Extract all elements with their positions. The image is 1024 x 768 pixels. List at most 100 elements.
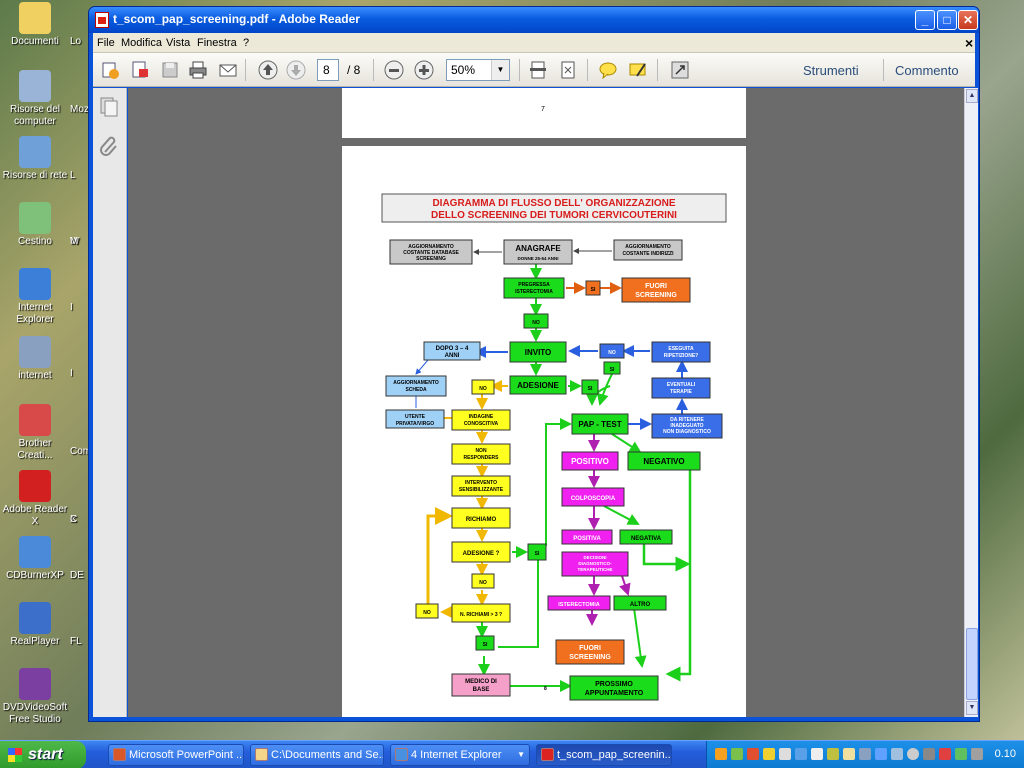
tray-icon[interactable]	[795, 748, 807, 760]
convert-icon[interactable]	[129, 59, 151, 81]
pages-icon[interactable]	[99, 96, 119, 118]
previous-page-icon[interactable]	[257, 59, 279, 81]
start-button[interactable]: start	[0, 741, 86, 768]
svg-text:SCHEDA: SCHEDA	[405, 387, 427, 393]
svg-text:ESEGUITA: ESEGUITA	[668, 346, 694, 352]
tray-icon[interactable]	[731, 748, 743, 760]
svg-text:POSITIVO: POSITIVO	[571, 457, 609, 466]
tray-icon[interactable]	[843, 748, 855, 760]
zoom-in-icon[interactable]	[413, 59, 435, 81]
svg-text:PAP - TEST: PAP - TEST	[578, 420, 621, 429]
fit-width-icon[interactable]	[527, 59, 549, 81]
desktop-icon[interactable]: Adobe Reader X	[0, 470, 70, 528]
close-document-button[interactable]: ×	[965, 35, 973, 51]
print-icon[interactable]	[187, 59, 209, 81]
highlight-icon[interactable]	[627, 59, 649, 81]
page-number-8: 8	[544, 686, 547, 692]
vertical-scrollbar[interactable]: ▲ ▼	[964, 88, 978, 717]
desktop-icon[interactable]: Risorse del computer	[0, 70, 70, 128]
volume-icon[interactable]	[923, 748, 935, 760]
chevron-down-icon[interactable]: ▼	[491, 60, 509, 80]
close-button[interactable]: ✕	[958, 10, 978, 30]
desktop-icon[interactable]: DVDVideoSoft Free Studio	[0, 668, 70, 726]
page-number-input[interactable]: 8	[317, 59, 339, 81]
desktop-app-icon	[19, 268, 51, 300]
scroll-up-icon[interactable]: ▲	[966, 89, 978, 103]
attachment-icon[interactable]	[99, 134, 119, 156]
tools-tab[interactable]: Strumenti	[803, 63, 859, 78]
fullscreen-icon[interactable]	[669, 59, 691, 81]
desktop-icon[interactable]: internet	[0, 336, 70, 382]
desktop-icon[interactable]: RealPlayer	[0, 602, 70, 648]
desktop-icon[interactable]: Brother Creati...	[0, 404, 70, 462]
comment-bubble-icon[interactable]	[597, 59, 619, 81]
desktop-icon[interactable]: Cestino	[0, 202, 70, 248]
svg-text:NON: NON	[475, 448, 487, 454]
tray-icon[interactable]	[955, 748, 967, 760]
desktop-icon[interactable]: Risorse di rete	[0, 136, 70, 182]
box-agg-ind: AGGIORNAMENTO COSTANTE INDIRIZZI	[613, 239, 683, 261]
zoom-select[interactable]: 50% ▼	[446, 59, 510, 81]
email-icon[interactable]	[217, 59, 239, 81]
box-medico-di-base: MEDICO DI BASE	[451, 673, 511, 697]
svg-text:PRIVATA/VIRGO: PRIVATA/VIRGO	[396, 421, 434, 427]
scroll-thumb[interactable]	[966, 628, 978, 700]
task-adobe-reader[interactable]: t_scom_pap_screenin...	[536, 744, 672, 766]
tray-icon[interactable]	[715, 748, 727, 760]
title-bar[interactable]: t_scom_pap_screening.pdf - Adobe Reader …	[89, 7, 979, 33]
tray-icon[interactable]	[891, 748, 903, 760]
minimize-button[interactable]: _	[915, 10, 935, 30]
box-inadeguato: DA RITENERE INADEGUATO NON DIAGNOSTICO	[651, 413, 723, 439]
tray-icon[interactable]	[747, 748, 759, 760]
page-number-7: 7	[541, 106, 545, 113]
task-internet-explorer[interactable]: 4 Internet Explorer ▼	[390, 744, 530, 766]
menu-finestra[interactable]: Finestra	[197, 37, 237, 49]
tray-icon[interactable]	[779, 748, 791, 760]
box-pregressa-isterectomia: PREGRESSA ISTERECTOMIA	[503, 277, 565, 299]
tray-icon[interactable]	[859, 748, 871, 760]
svg-text:AGGIORNAMENTO: AGGIORNAMENTO	[393, 380, 439, 386]
comment-tab[interactable]: Commento	[895, 63, 959, 78]
menu-vista[interactable]: Vista	[166, 37, 190, 49]
tray-icon[interactable]	[907, 748, 919, 760]
network-icon[interactable]	[971, 748, 983, 760]
svg-text:SI: SI	[610, 367, 615, 373]
task-powerpoint[interactable]: Microsoft PowerPoint ...	[108, 744, 244, 766]
task-explorer-folder[interactable]: C:\Documents and Se...	[250, 744, 384, 766]
next-page-icon[interactable]	[285, 59, 307, 81]
fit-page-icon[interactable]	[557, 59, 579, 81]
svg-text:NO: NO	[608, 350, 616, 356]
svg-text:NEGATIVO: NEGATIVO	[643, 457, 684, 466]
svg-text:PREGRESSA: PREGRESSA	[518, 282, 550, 288]
menu-file[interactable]: File	[97, 37, 115, 49]
create-pdf-icon[interactable]	[99, 59, 121, 81]
box-pap-test: PAP - TEST	[571, 413, 629, 435]
box-n-richiami: N. RICHIAMI > 3 ?	[451, 603, 511, 623]
maximize-button[interactable]: □	[937, 10, 957, 30]
box-negativo: NEGATIVO	[627, 451, 701, 471]
svg-text:COLPOSCOPIA: COLPOSCOPIA	[571, 496, 616, 502]
document-viewer[interactable]: 7 DIAGRAMMA DI FLUSSO DELL' ORGANIZZAZIO…	[128, 88, 964, 717]
desktop-icon-label-partial: M	[70, 236, 79, 247]
svg-text:INVITO: INVITO	[525, 348, 552, 357]
desktop-icon-label-partial: I	[70, 368, 73, 379]
menu-modifica[interactable]: Modifica	[121, 37, 162, 49]
svg-text:NO: NO	[532, 320, 540, 326]
box-no-2: NO	[471, 379, 495, 395]
tray-icon[interactable]	[827, 748, 839, 760]
clock: 0.10	[994, 748, 1016, 760]
tray-icon[interactable]	[875, 748, 887, 760]
desktop-icon[interactable]: Internet Explorer	[0, 268, 70, 326]
zoom-out-icon[interactable]	[383, 59, 405, 81]
save-icon[interactable]	[159, 59, 181, 81]
desktop-icon-label: CDBurnerXP	[6, 570, 64, 581]
tray-icon[interactable]	[939, 748, 951, 760]
desktop-icon[interactable]: Documenti	[0, 2, 70, 48]
menu-help[interactable]: ?	[243, 37, 249, 49]
tray-icon[interactable]	[763, 748, 775, 760]
desktop-icon[interactable]: CDBurnerXP	[0, 536, 70, 582]
tray-icon[interactable]	[811, 748, 823, 760]
previous-page: 7	[342, 88, 746, 138]
task-label: t_scom_pap_screenin...	[557, 749, 672, 761]
scroll-down-icon[interactable]: ▼	[966, 701, 978, 715]
